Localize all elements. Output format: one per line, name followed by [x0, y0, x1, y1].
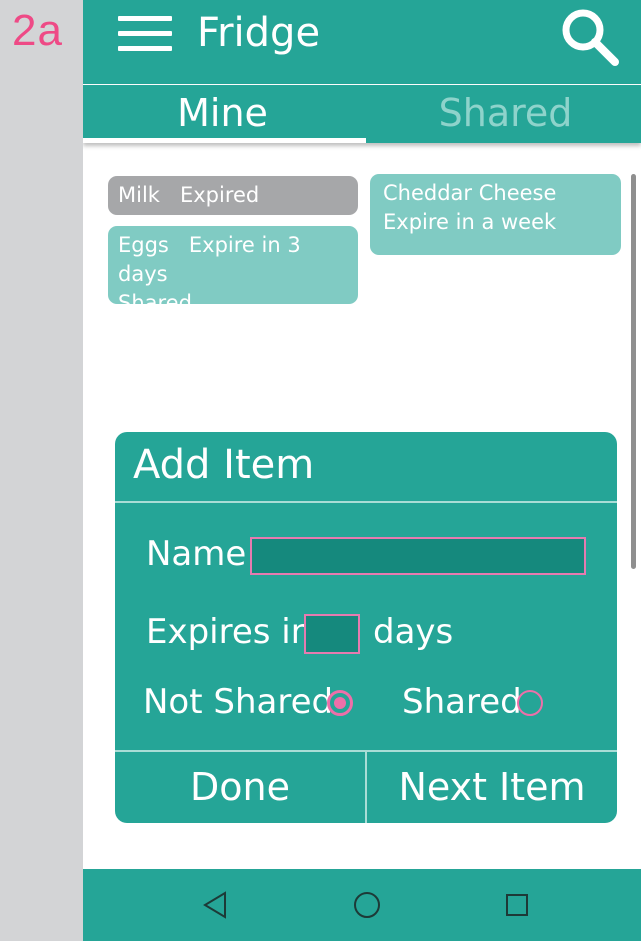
name-input[interactable]	[250, 537, 586, 575]
phone-screen: Fridge Mine Shared Milk Expired Eggs Expir…	[83, 0, 641, 941]
item-name: Eggs	[118, 233, 169, 257]
not-shared-radio[interactable]	[327, 690, 353, 716]
item-name: Milk	[118, 183, 160, 207]
screen-label: 2a	[12, 6, 63, 55]
tab-bar: Mine Shared	[83, 85, 641, 143]
app-bar: Fridge	[83, 0, 641, 84]
days-input[interactable]	[304, 614, 360, 654]
search-icon[interactable]	[559, 4, 623, 68]
recents-icon[interactable]	[501, 889, 533, 921]
active-tab-indicator	[83, 138, 366, 143]
item-card-cheese[interactable]: Cheddar Cheese Expire in a week	[370, 174, 621, 255]
not-shared-label[interactable]: Not Shared	[143, 682, 333, 722]
tab-mine[interactable]: Mine	[83, 85, 362, 143]
dialog-title: Add Item	[133, 442, 315, 488]
next-item-button[interactable]: Next Item	[367, 752, 617, 823]
item-shared-note: Shared	[118, 291, 192, 315]
tab-shared[interactable]: Shared	[366, 85, 641, 143]
name-label: Name	[146, 534, 247, 574]
expires-label: Expires in	[146, 612, 313, 652]
dialog-divider	[115, 501, 617, 503]
item-card-eggs[interactable]: Eggs Expire in 3 days Shared	[108, 226, 358, 315]
item-name: Cheddar Cheese	[383, 181, 557, 205]
item-card-milk[interactable]: Milk Expired	[108, 176, 358, 215]
scrollbar[interactable]	[631, 174, 636, 569]
days-label: days	[373, 612, 454, 652]
back-icon[interactable]	[200, 889, 232, 921]
done-button[interactable]: Done	[115, 752, 365, 823]
app-title: Fridge	[197, 10, 321, 56]
hamburger-menu-icon[interactable]	[118, 16, 172, 52]
system-nav-bar	[83, 869, 641, 941]
shared-radio[interactable]	[517, 690, 543, 716]
item-status: Expire in a week	[383, 210, 557, 234]
add-item-dialog: Add Item Name Expires in days Not Shared…	[115, 432, 617, 823]
item-status: Expired	[179, 183, 260, 207]
home-icon[interactable]	[351, 889, 383, 921]
shared-label[interactable]: Shared	[402, 682, 522, 722]
